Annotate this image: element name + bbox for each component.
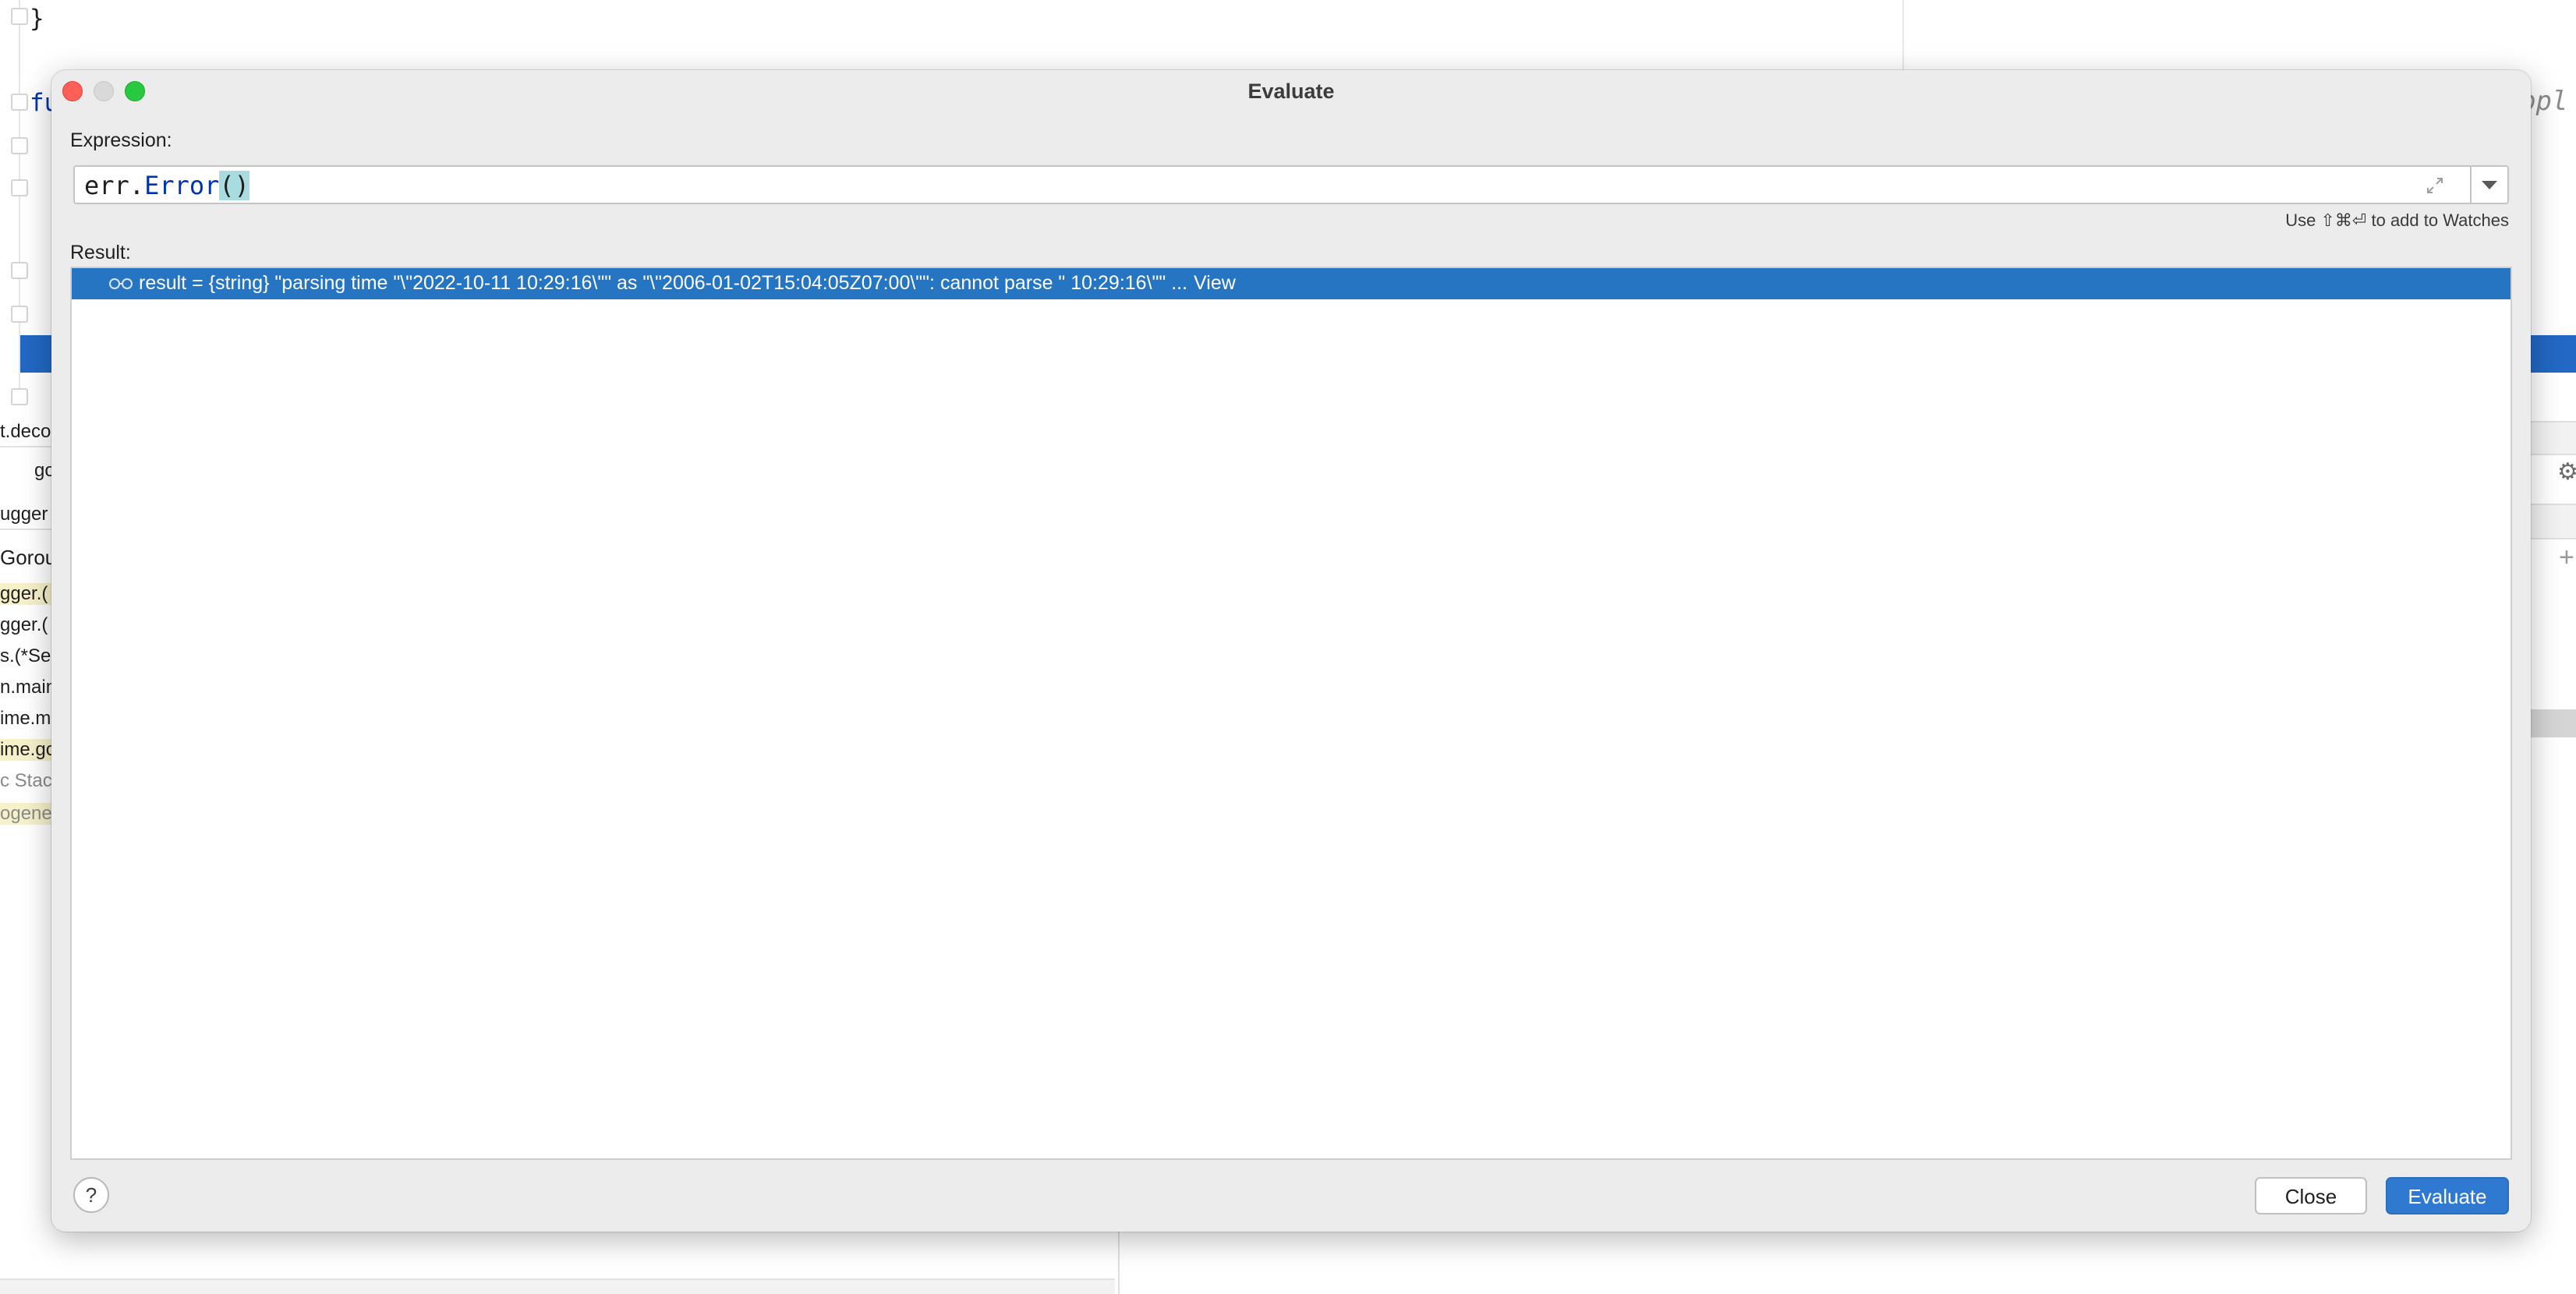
help-button[interactable]: ? bbox=[73, 1177, 109, 1213]
result-label: Result: bbox=[70, 242, 131, 263]
stack-frame[interactable]: ogene bbox=[0, 803, 51, 825]
result-value-text: result = {string} "parsing time "\"2022-… bbox=[139, 272, 1188, 294]
expression-text[interactable]: err.Error() bbox=[84, 171, 249, 200]
plus-icon[interactable]: + bbox=[2559, 543, 2574, 573]
expression-input[interactable]: err.Error() bbox=[73, 165, 2509, 204]
execution-line-highlight bbox=[2529, 335, 2576, 373]
code-closing-brace: } bbox=[30, 5, 44, 33]
dialog-title: Evaluate bbox=[1247, 80, 1335, 103]
expression-label: Expression: bbox=[70, 129, 172, 151]
execution-line-highlight bbox=[20, 335, 51, 373]
evaluate-dialog: Evaluate Expression: err.Error() Use ⇧⌘⏎… bbox=[51, 70, 2531, 1232]
async-stack-trace[interactable]: c Stac bbox=[0, 770, 51, 792]
add-to-watches-hint: Use ⇧⌘⏎ to add to Watches bbox=[2285, 210, 2509, 230]
fold-marker[interactable] bbox=[11, 306, 28, 323]
panel-tab-label[interactable]: t.deco bbox=[0, 421, 51, 443]
selected-variable-row[interactable] bbox=[2529, 709, 2576, 737]
debugger-tab[interactable]: ugger bbox=[0, 504, 51, 525]
stack-frame[interactable]: gger.( bbox=[0, 614, 51, 636]
dialog-titlebar[interactable]: Evaluate bbox=[51, 70, 2531, 114]
stack-frame[interactable]: ime.go bbox=[0, 739, 51, 761]
editor-divider bbox=[1902, 0, 1904, 70]
stack-frame[interactable]: n.main bbox=[0, 677, 51, 698]
expression-history-dropdown[interactable] bbox=[2473, 167, 2506, 203]
stack-frame[interactable]: ime.m bbox=[0, 708, 51, 730]
fold-marker[interactable] bbox=[11, 388, 28, 405]
fold-marker[interactable] bbox=[11, 179, 28, 196]
chevron-down-icon bbox=[2482, 180, 2497, 189]
stack-frame[interactable]: gger.( bbox=[0, 583, 51, 605]
fold-marker[interactable] bbox=[11, 94, 28, 111]
divider bbox=[1118, 1232, 1120, 1294]
expression-method: Error bbox=[144, 171, 220, 200]
status-bar bbox=[0, 1278, 1115, 1294]
stack-frame[interactable]: s.(*Se bbox=[0, 645, 51, 667]
result-value: result = {string} "parsing time "\"2022-… bbox=[139, 272, 1236, 295]
goroutines-selector[interactable]: Gorout bbox=[0, 546, 51, 570]
divider bbox=[2470, 167, 2472, 203]
expand-editor-icon[interactable] bbox=[2423, 174, 2447, 197]
expression-receiver: err. bbox=[84, 171, 145, 200]
toolbar-band bbox=[2529, 504, 2576, 539]
view-link[interactable]: View bbox=[1194, 272, 1236, 294]
result-row[interactable]: result = {string} "parsing time "\"2022-… bbox=[72, 268, 2511, 299]
gear-icon[interactable]: ⚙ bbox=[2557, 458, 2576, 486]
expression-parens: () bbox=[219, 171, 249, 200]
close-button[interactable]: Close bbox=[2255, 1177, 2367, 1214]
evaluate-button[interactable]: Evaluate bbox=[2386, 1177, 2509, 1214]
divider bbox=[0, 529, 51, 530]
fold-marker[interactable] bbox=[11, 137, 28, 154]
divider bbox=[0, 446, 51, 447]
toolbar-band bbox=[2529, 421, 2576, 455]
fold-marker[interactable] bbox=[11, 8, 28, 25]
fold-marker[interactable] bbox=[11, 262, 28, 279]
debug-panel-left: t.deco go ugger Gorout gger.( gger.( s.(… bbox=[0, 413, 51, 1278]
result-tree[interactable]: result = {string} "parsing time "\"2022-… bbox=[70, 267, 2512, 1160]
run-config-tab[interactable]: go bbox=[0, 460, 51, 482]
watch-glasses-icon bbox=[109, 278, 133, 289]
